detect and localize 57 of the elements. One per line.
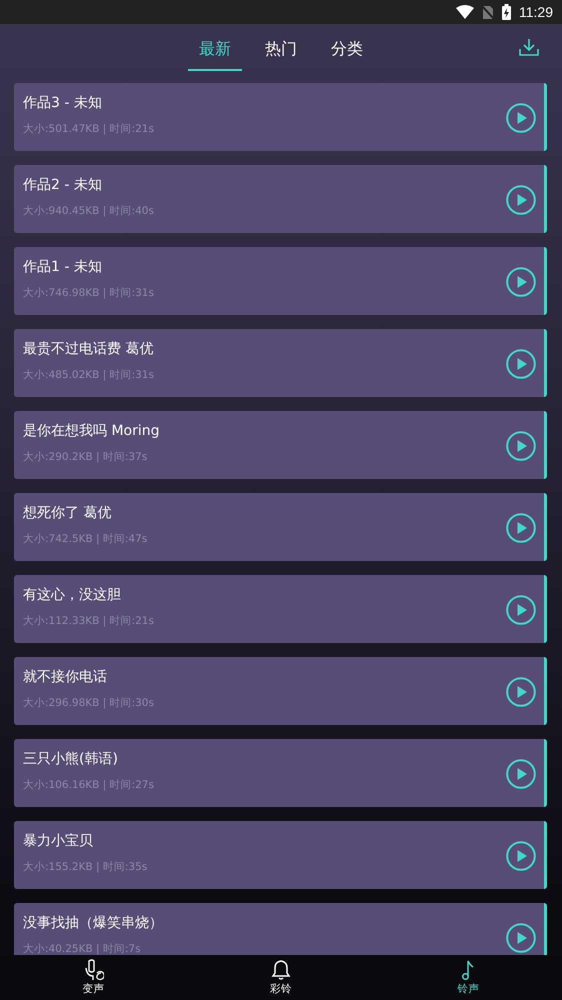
nav-tab[interactable]: 变声 [0,955,188,1000]
ringtone-info: 大小:112.33KB | 时间:21s [23,614,154,628]
tab[interactable]: 最新 [188,28,242,70]
ringtone-title: 就不接你电话 [23,668,108,686]
play-icon[interactable] [506,349,536,379]
nav-tab[interactable]: 铃声 [374,955,562,1000]
microphone-icon [84,959,104,981]
ringtone-title: 最贵不过电话费 葛优 [23,340,154,358]
play-icon[interactable] [506,841,536,871]
bell-icon [270,959,291,981]
ringtone-info: 大小:746.98KB | 时间:31s [23,286,154,300]
ringtone-info: 大小:501.47KB | 时间:21s [23,122,154,136]
clock-time: 11:29 [519,4,553,20]
ringtone-title: 是你在想我吗 Moring [23,422,160,440]
ringtone-card[interactable]: 三只小熊(韩语) 大小:106.16KB | 时间:27s [14,739,547,807]
tab[interactable]: 分类 [320,28,374,70]
ringtone-card[interactable]: 作品3 - 未知 大小:501.47KB | 时间:21s [14,83,547,151]
battery-charging-icon [502,4,511,20]
play-icon[interactable] [506,595,536,625]
ringtone-info: 大小:742.5KB | 时间:47s [23,532,148,546]
ringtone-info: 大小:485.02KB | 时间:31s [23,368,154,382]
ringtone-title: 想死你了 葛优 [23,504,112,522]
play-icon[interactable] [506,103,536,133]
ringtone-card[interactable]: 有这心，没这胆 大小:112.33KB | 时间:21s [14,575,547,643]
ringtone-info: 大小:106.16KB | 时间:27s [23,778,154,792]
download-icon[interactable] [519,38,539,56]
play-icon[interactable] [506,185,536,215]
ringtone-title: 作品1 - 未知 [23,258,103,276]
tab[interactable]: 热门 [254,28,308,70]
ringtone-card[interactable]: 暴力小宝贝 大小:155.2KB | 时间:35s [14,821,547,889]
ringtone-card[interactable]: 就不接你电话 大小:296.98KB | 时间:30s [14,657,547,725]
ringtone-info: 大小:155.2KB | 时间:35s [23,860,148,874]
ringtone-info: 大小:40.25KB | 时间:7s [23,942,142,955]
play-icon[interactable] [506,923,536,953]
ringtone-card[interactable]: 作品1 - 未知 大小:746.98KB | 时间:31s [14,247,547,315]
wifi-icon [456,5,474,19]
ringtone-info: 大小:296.98KB | 时间:30s [23,696,154,710]
ringtone-title: 作品3 - 未知 [23,94,103,112]
ringtone-card[interactable]: 是你在想我吗 Moring 大小:290.2KB | 时间:37s [14,411,547,479]
play-icon[interactable] [506,267,536,297]
play-icon[interactable] [506,677,536,707]
ringtone-title: 暴力小宝贝 [23,832,94,850]
nav-tab[interactable]: 彩铃 [187,955,375,1000]
ringtone-title: 作品2 - 未知 [23,176,103,194]
ringtone-card[interactable]: 没事找抽（爆笑串烧） 大小:40.25KB | 时间:7s [14,903,547,955]
ringtone-card[interactable]: 想死你了 葛优 大小:742.5KB | 时间:47s [14,493,547,561]
play-icon[interactable] [506,431,536,461]
ringtone-card[interactable]: 最贵不过电话费 葛优 大小:485.02KB | 时间:31s [14,329,547,397]
ringtone-card[interactable]: 作品2 - 未知 大小:940.45KB | 时间:40s [14,165,547,233]
ringtone-title: 有这心，没这胆 [23,586,122,604]
ringtone-title: 三只小熊(韩语) [23,750,119,768]
no-sim-icon [482,4,494,20]
play-icon[interactable] [506,759,536,789]
play-icon[interactable] [506,513,536,543]
ringtone-info: 大小:940.45KB | 时间:40s [23,204,154,218]
ringtone-info: 大小:290.2KB | 时间:37s [23,450,148,464]
ringtone-title: 没事找抽（爆笑串烧） [23,914,163,932]
